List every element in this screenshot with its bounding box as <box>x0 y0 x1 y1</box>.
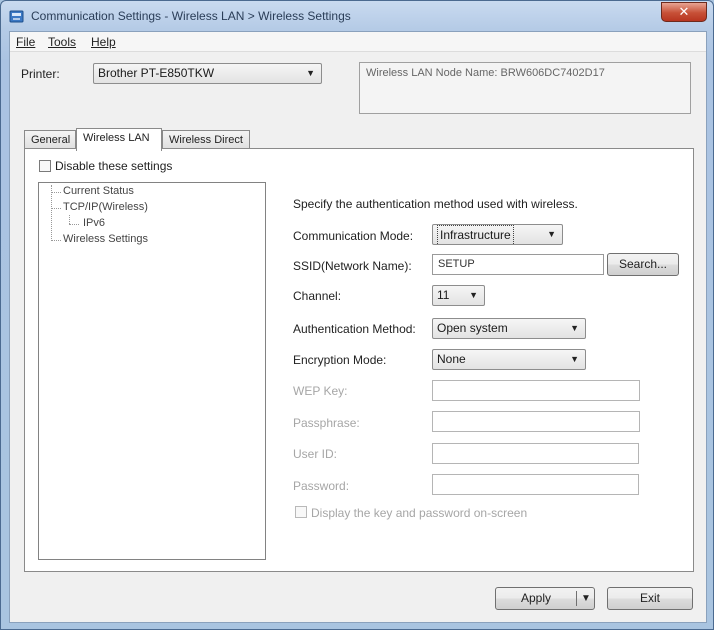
close-button[interactable]: ✕ <box>661 2 707 22</box>
tab-wireless-lan[interactable]: Wireless LAN <box>76 128 162 151</box>
channel-select[interactable]: 11 ▼ <box>432 285 485 306</box>
description-text: Specify the authentication method used w… <box>293 197 578 211</box>
passphrase-input[interactable] <box>432 411 640 432</box>
tab-wireless-direct[interactable]: Wireless Direct <box>162 130 250 150</box>
display-key-label: Display the key and password on-screen <box>311 506 528 520</box>
display-key-checkbox[interactable] <box>295 506 307 518</box>
password-input[interactable] <box>432 474 639 495</box>
comm-mode-value: Infrastructure <box>437 225 514 244</box>
node-name-box: Wireless LAN Node Name: BRW606DC7402D17 <box>359 62 691 114</box>
printer-select[interactable]: Brother PT-E850TKW ▼ <box>93 63 322 84</box>
apply-button[interactable]: Apply <box>496 588 576 609</box>
user-id-input[interactable] <box>432 443 639 464</box>
app-icon <box>9 10 24 23</box>
tree-connector <box>69 215 70 224</box>
user-id-label: User ID: <box>293 447 338 461</box>
printer-value: Brother PT-E850TKW <box>98 66 215 80</box>
tree-connector <box>51 208 61 209</box>
password-label: Password: <box>293 479 350 493</box>
tree-item-current-status[interactable]: Current Status <box>63 185 134 197</box>
chevron-down-icon: ▼ <box>547 229 556 239</box>
tree-connector <box>51 240 61 241</box>
search-button[interactable]: Search... <box>607 253 679 276</box>
encryption-mode-select[interactable]: None ▼ <box>432 349 586 370</box>
wep-key-input[interactable] <box>432 380 640 401</box>
app-window: Communication Settings - Wireless LAN > … <box>0 0 714 630</box>
chevron-down-icon[interactable]: ▼ <box>577 588 595 609</box>
tree-item-wireless-settings[interactable]: Wireless Settings <box>63 233 148 245</box>
dialog-client: File Tools Help Printer: Brother PT-E850… <box>9 31 707 623</box>
channel-value: 11 <box>437 288 450 302</box>
chevron-down-icon: ▼ <box>306 68 315 78</box>
tree-connector <box>51 185 52 241</box>
comm-mode-label: Communication Mode: <box>293 229 414 243</box>
disable-settings-label: Disable these settings <box>55 159 173 173</box>
menu-bar: File Tools Help <box>10 32 706 52</box>
encryption-mode-label: Encryption Mode: <box>293 353 387 367</box>
comm-mode-select[interactable]: Infrastructure ▼ <box>432 224 563 245</box>
channel-label: Channel: <box>293 289 342 303</box>
apply-split-button[interactable]: Apply ▼ <box>495 587 595 610</box>
close-icon: ✕ <box>678 4 690 19</box>
tab-panel: Disable these settings Current Status TC… <box>24 148 694 572</box>
tree-item-tcpip[interactable]: TCP/IP(Wireless) <box>63 201 148 213</box>
encryption-mode-value: None <box>437 352 466 366</box>
settings-tree[interactable]: Current Status TCP/IP(Wireless) IPv6 Wir… <box>38 182 266 560</box>
ssid-input[interactable]: SETUP <box>432 254 604 275</box>
menu-tools[interactable]: Tools <box>48 35 76 49</box>
tree-connector <box>51 192 61 193</box>
chevron-down-icon: ▼ <box>570 354 579 364</box>
tab-general[interactable]: General <box>24 130 76 150</box>
tree-item-ipv6[interactable]: IPv6 <box>83 217 105 229</box>
auth-method-select[interactable]: Open system ▼ <box>432 318 586 339</box>
auth-method-label: Authentication Method: <box>293 322 416 336</box>
auth-method-value: Open system <box>437 321 508 335</box>
tree-connector <box>69 224 79 225</box>
node-name-text: Wireless LAN Node Name: BRW606DC7402D17 <box>366 67 605 79</box>
ssid-label: SSID(Network Name): <box>293 259 412 273</box>
chevron-down-icon: ▼ <box>570 323 579 333</box>
disable-settings-checkbox[interactable] <box>39 160 51 172</box>
passphrase-label: Passphrase: <box>293 416 360 430</box>
wep-key-label: WEP Key: <box>293 384 348 398</box>
chevron-down-icon: ▼ <box>469 290 478 300</box>
exit-button[interactable]: Exit <box>607 587 693 610</box>
window-title: Communication Settings - Wireless LAN > … <box>31 9 351 23</box>
printer-label: Printer: <box>21 67 60 81</box>
menu-help[interactable]: Help <box>91 35 116 49</box>
menu-file[interactable]: File <box>16 35 35 49</box>
title-bar[interactable]: Communication Settings - Wireless LAN > … <box>1 1 713 31</box>
